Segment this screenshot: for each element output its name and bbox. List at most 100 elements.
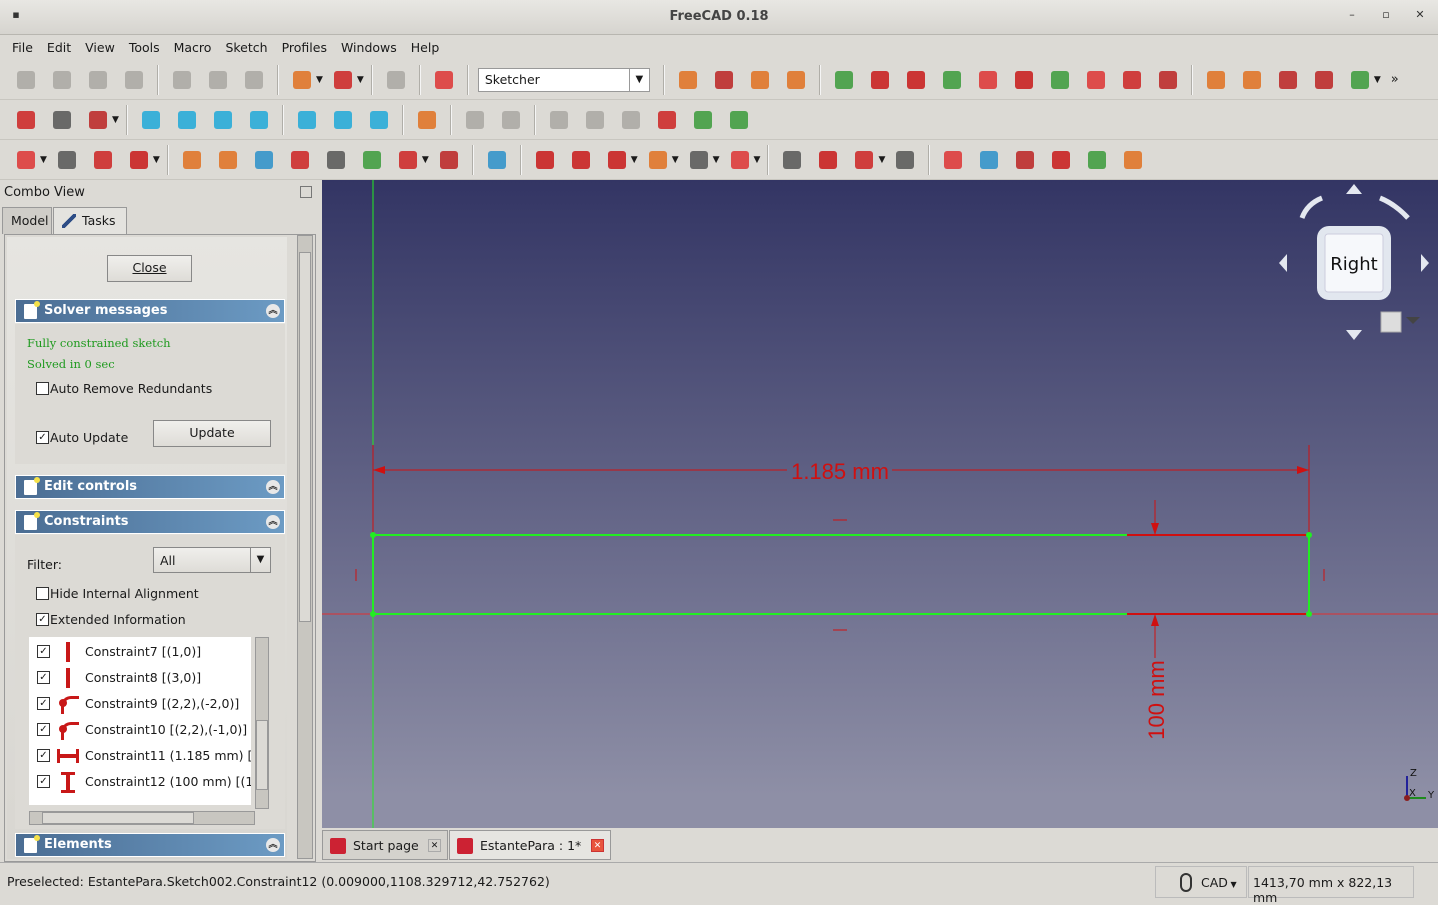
merge-icon[interactable] [286,146,314,174]
import-icon[interactable] [581,106,609,134]
fit-all-icon[interactable] [12,106,40,134]
scroll-thumb[interactable] [299,252,311,622]
slot-icon[interactable] [891,146,919,174]
whats-this-icon[interactable] [430,66,458,94]
isometric-icon[interactable] [137,106,165,134]
horizontal-distance-icon[interactable] [1238,66,1266,94]
menu-sketch[interactable]: Sketch [218,36,274,58]
conic-icon[interactable] [685,146,713,174]
polyline-icon[interactable] [778,146,806,174]
macro-edit-icon[interactable] [746,66,774,94]
arc-icon[interactable] [603,146,631,174]
constraint-item[interactable]: ✓ Constraint10 [(2,2),(-1,0)] [29,717,251,743]
extended-information-checkbox[interactable]: ✓ [36,613,49,626]
auto-update-checkbox[interactable]: ✓ [36,431,49,444]
menu-edit[interactable]: Edit [40,36,78,58]
menu-file[interactable]: File [5,36,40,58]
top-icon[interactable] [209,106,237,134]
paste-icon[interactable] [240,66,268,94]
task-panel-scrollbar[interactable] [297,235,313,859]
tab-start-page[interactable]: Start page ✕ [322,830,448,860]
close-tab-icon[interactable]: ✕ [591,839,604,852]
chevron-down-icon[interactable]: ▼ [153,155,160,165]
collapse-icon[interactable]: ︽ [266,515,280,529]
constraint-checkbox[interactable]: ✓ [37,697,50,710]
export-icon[interactable] [617,106,645,134]
constraint-item[interactable]: ✓ Constraint12 (100 mm) [(1, [29,769,251,795]
menu-view[interactable]: View [78,36,122,58]
chevron-down-icon[interactable]: ▼ [422,155,429,165]
new-sketch-icon[interactable] [12,146,40,174]
constraint-item[interactable]: ✓ Constraint11 (1.185 mm) [( [29,743,251,769]
open-icon[interactable] [48,66,76,94]
lock-icon[interactable] [1202,66,1230,94]
constraint-checkbox[interactable]: ✓ [37,671,50,684]
close-tab-icon[interactable]: ✕ [428,839,441,852]
menu-help[interactable]: Help [404,36,447,58]
front-icon[interactable] [173,106,201,134]
macro-record-icon[interactable] [674,66,702,94]
right-icon[interactable] [245,106,273,134]
bspline-icon[interactable] [726,146,754,174]
parallel-icon[interactable] [974,66,1002,94]
constraint-checkbox[interactable]: ✓ [37,645,50,658]
extend-icon[interactable] [1011,146,1039,174]
3d-viewport[interactable]: 1.185 mm 100 mm Right Z X Y [322,180,1438,828]
hide-internal-alignment-checkbox[interactable] [36,587,49,600]
trim-icon[interactable] [975,146,1003,174]
perpendicular-icon[interactable] [1010,66,1038,94]
bottom-icon[interactable] [329,106,357,134]
sketch-canvas[interactable]: 1.185 mm 100 mm Right Z X Y [322,180,1438,828]
constraints-list-vscrollbar[interactable] [255,637,269,809]
copy-icon[interactable] [204,66,232,94]
menu-profiles[interactable]: Profiles [275,36,334,58]
collapse-icon[interactable]: ︽ [266,480,280,494]
constraint-checkbox[interactable]: ✓ [37,749,50,762]
update-button[interactable]: Update [153,420,271,447]
fillet-icon[interactable] [939,146,967,174]
solver-messages-header[interactable]: Solver messages ︽ [15,299,285,323]
close-button[interactable]: Close [107,255,192,282]
symmetric-icon[interactable] [1118,66,1146,94]
fillet-constraint-icon[interactable] [866,66,894,94]
rectangle-icon[interactable] [814,146,842,174]
chevron-down-icon[interactable]: ▼ [40,155,47,165]
left-icon[interactable] [365,106,393,134]
chevron-down-icon[interactable]: ▼ [713,155,720,165]
workbench-selector[interactable]: Sketcher ▼ [477,67,650,92]
tab-tasks[interactable]: Tasks [53,207,127,235]
vertical-icon[interactable] [902,66,930,94]
constraint-checkbox[interactable]: ✓ [37,723,50,736]
rear-icon[interactable] [293,106,321,134]
auto-remove-redundants-checkbox[interactable] [36,382,49,395]
cut-icon[interactable] [168,66,196,94]
scroll-thumb[interactable] [256,720,268,790]
point-icon[interactable] [531,146,559,174]
macro-stop-icon[interactable] [710,66,738,94]
block-icon[interactable] [1154,66,1182,94]
constraints-list[interactable]: ✓ Constraint7 [(1,0)] ✓ Constraint8 [(3,0)]… [29,637,251,805]
tab-model[interactable]: Model [2,207,52,234]
horizontal-icon[interactable] [938,66,966,94]
part-icon[interactable] [461,106,489,134]
chevron-down-icon[interactable]: ▼ [1374,75,1381,85]
chevron-down-icon[interactable]: ▼ [878,155,885,165]
horizontal-dimension-label[interactable]: 1.185 mm [791,459,889,484]
chevron-down-icon[interactable]: ▼ [672,155,679,165]
distance-icon[interactable] [1310,66,1338,94]
equal-icon[interactable] [1082,66,1110,94]
leave-sketch-icon[interactable] [53,146,81,174]
redo-icon[interactable] [329,66,357,94]
chevron-down-icon[interactable]: ▼ [357,75,364,85]
external-icon[interactable] [483,146,511,174]
chevron-down-icon[interactable]: ▼ [754,155,761,165]
menu-tools[interactable]: Tools [122,36,167,58]
point-icon[interactable] [830,66,858,94]
minimize-button[interactable]: – [1342,8,1362,26]
tab-estantepara[interactable]: EstantePara : 1* ✕ [449,830,611,860]
snap-icon[interactable] [125,146,153,174]
macro-run-icon[interactable] [782,66,810,94]
toolbar-overflow-button[interactable]: » [1391,72,1399,87]
view-sketch-icon[interactable] [725,106,753,134]
tangent-icon[interactable] [1046,66,1074,94]
